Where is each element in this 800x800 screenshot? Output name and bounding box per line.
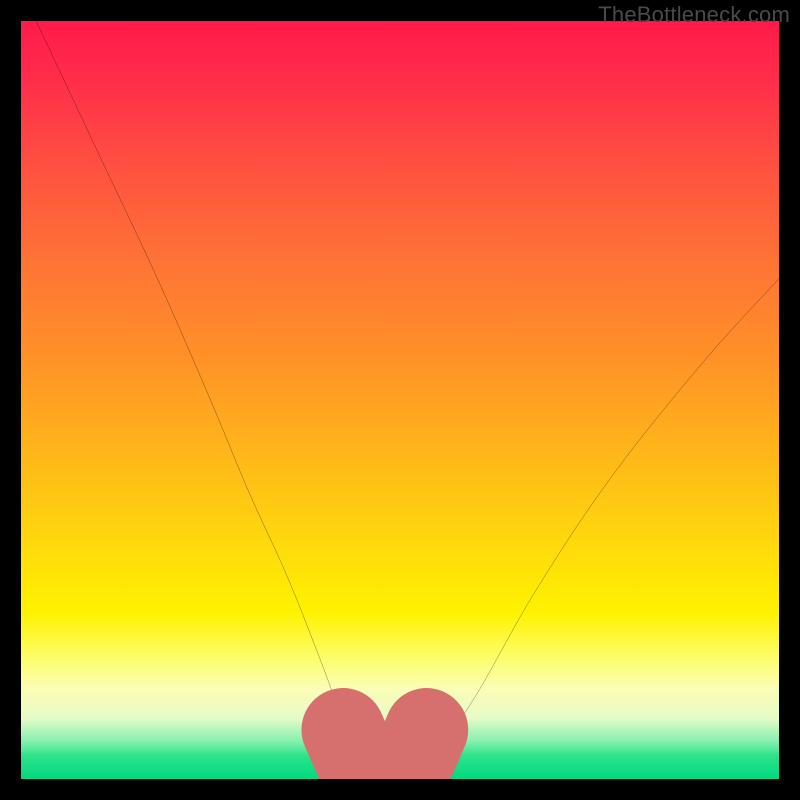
bottleneck-curve (36, 21, 779, 765)
chart-svg (21, 21, 779, 779)
optimal-range-marker (343, 730, 426, 764)
watermark-text: TheBottleneck.com (598, 2, 790, 28)
gradient-plot-area (21, 21, 779, 779)
